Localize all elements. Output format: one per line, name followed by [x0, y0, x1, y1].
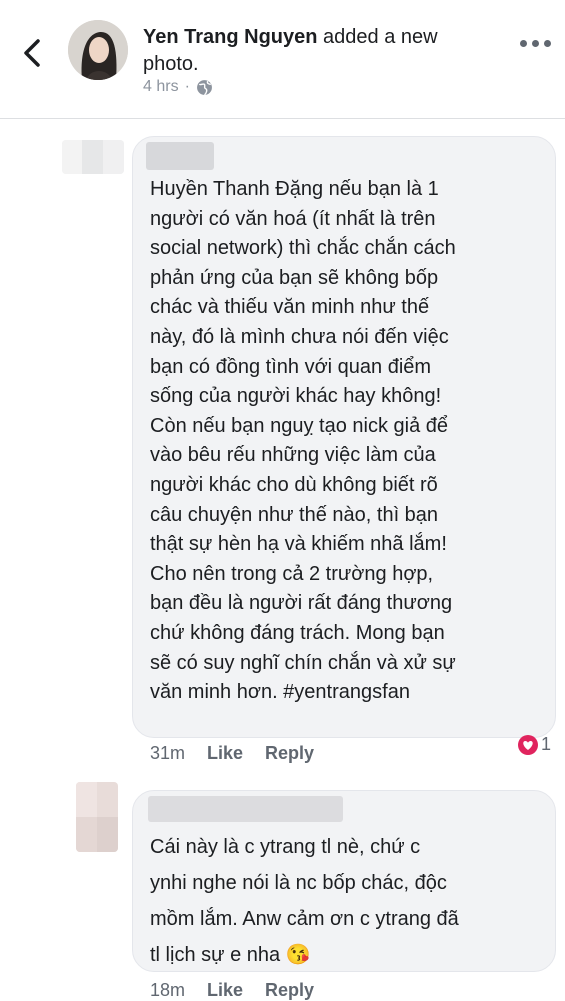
post-title: Yen Trang Nguyen added a new photo.	[143, 24, 488, 78]
comment-line: bạn có đồng tình với quan điểm	[150, 355, 432, 378]
comment-line: người khác cho dù không biết rõ	[150, 473, 438, 496]
reply-button[interactable]: Reply	[265, 980, 314, 1001]
comment-line: câu chuyện như thế nào, thì bạn	[150, 503, 439, 526]
comment-text: Huyền Thanh Đặng nếu bạn là 1 người có v…	[150, 175, 456, 708]
like-button[interactable]: Like	[207, 980, 243, 1001]
comment-line: Cho nên trong cả 2 trường hợp,	[150, 562, 434, 585]
comment-line: vào bêu rếu những việc làm của	[150, 444, 436, 467]
author-name[interactable]: Yen Trang Nguyen	[143, 26, 317, 48]
comment-line: Cái này là c ytrang tl nè, chứ c	[150, 836, 421, 858]
post-header: Yen Trang Nguyen added a new photo. 4 hr…	[0, 0, 565, 119]
post-time[interactable]: 4 hrs	[143, 78, 179, 96]
reaction-count: 1	[541, 734, 552, 754]
chevron-left-icon	[24, 39, 40, 67]
comment-line: bạn đều là người rất đáng thương	[150, 592, 453, 615]
comment-line: thật sự hèn hạ và khiếm nhã lắm!	[150, 533, 447, 556]
like-button[interactable]: Like	[207, 743, 243, 764]
comment-line: social network) thì chắc chắn cách	[150, 237, 456, 260]
more-options-button[interactable]	[520, 40, 551, 47]
reply-button[interactable]: Reply	[265, 743, 314, 764]
comment-line: ynhi nghe nói là nc bốp chác, độc	[150, 872, 447, 894]
comment-line: người có văn hoá (ít nhất là trên	[150, 207, 436, 230]
comment-line: Còn nếu bạn nguỵ tạo nick giả để	[150, 414, 448, 437]
commenter-name[interactable]	[146, 142, 214, 170]
comment-time[interactable]: 31m	[150, 743, 185, 764]
meta-separator: ·	[184, 78, 190, 95]
comment-actions: 31m Like Reply	[150, 743, 314, 764]
comment-line: tl lịch sự e nha 😘	[150, 944, 311, 966]
comment-text: Cái này là c ytrang tl nè, chứ c ynhi ng…	[150, 829, 459, 973]
author-avatar[interactable]	[68, 20, 128, 80]
comment-actions: 18m Like Reply	[150, 980, 314, 1001]
comment-line: phản ứng của bạn sẽ không bốp	[150, 266, 439, 289]
comment-line: này, đó là mình chưa nói đến việc	[150, 325, 449, 348]
comment-time[interactable]: 18m	[150, 980, 185, 1001]
comment-line: chác và thiếu văn minh như thế	[150, 296, 430, 319]
commenter-name[interactable]	[148, 796, 343, 822]
more-dot	[520, 40, 527, 47]
globe-icon	[196, 79, 212, 95]
more-dot	[544, 40, 551, 47]
comment-line: chứ không đáng trách. Mong bạn	[150, 621, 445, 644]
comment-line: mồm lắm. Anw cảm ơn c ytrang đã	[150, 908, 459, 930]
comment-line: văn minh hơn. #yentrangsfan	[150, 681, 410, 704]
more-dot	[532, 40, 539, 47]
commenter-avatar[interactable]	[62, 140, 124, 174]
post-meta: 4 hrs ·	[143, 78, 213, 96]
comment-line: Huyền Thanh Đặng nếu bạn là 1	[150, 178, 439, 200]
comment-line: sống của người khác hay không!	[150, 385, 442, 408]
reaction-summary[interactable]: 1	[518, 734, 551, 755]
back-button[interactable]	[14, 30, 50, 76]
comment-line: sẽ có suy nghĩ chín chắn và xử sự	[150, 651, 456, 674]
commenter-avatar[interactable]	[76, 782, 118, 852]
heart-icon	[518, 734, 538, 755]
